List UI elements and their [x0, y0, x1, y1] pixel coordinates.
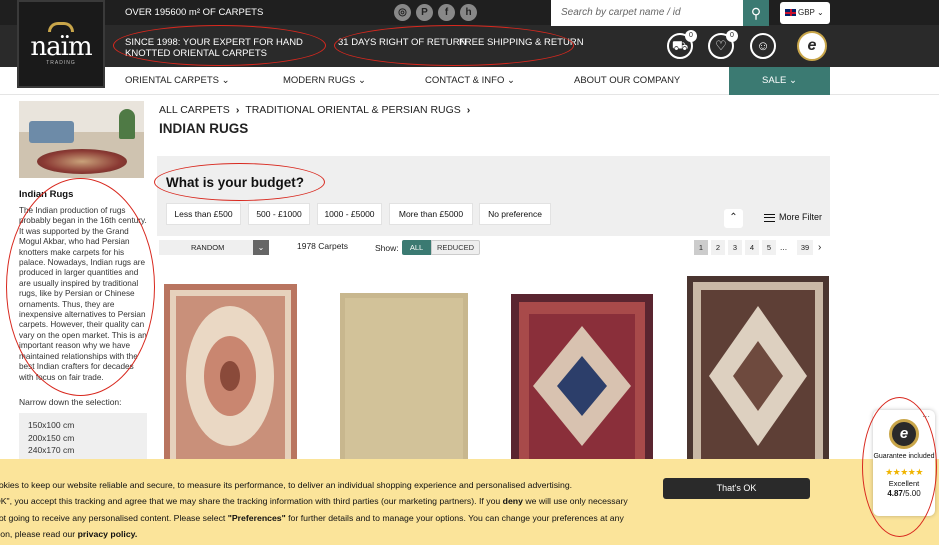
preferences-link[interactable]: "Preferences" [228, 513, 286, 523]
facebook-icon[interactable]: f [438, 4, 455, 21]
carpet-area-text: OVER 195600 m² OF CARPETS [125, 7, 264, 18]
page-button[interactable]: 5 [762, 240, 776, 255]
filter-menu-icon [764, 213, 775, 222]
nav-about-company[interactable]: ABOUT OUR COMPANY [574, 67, 680, 95]
result-count: 1978 Carpets [297, 241, 349, 251]
product-card[interactable] [511, 276, 653, 461]
cart-count: 0 [685, 30, 697, 42]
chevron-up-icon[interactable]: ⌃ [724, 209, 743, 228]
more-filter-button[interactable]: More Filter [764, 212, 822, 222]
breadcrumb: ALL CARPETS › TRADITIONAL ORIENTAL & PERSI… [159, 104, 476, 116]
rating-word: Excellent [888, 479, 920, 488]
rating-stars-icon: ★★★★★ [885, 467, 923, 477]
category-title: Indian Rugs [19, 189, 74, 200]
show-all-toggle[interactable]: ALL [402, 240, 431, 255]
product-card[interactable] [687, 276, 829, 461]
search-input[interactable]: Search by carpet name / id [551, 0, 743, 26]
nav-sale[interactable]: SALE ⌄ [729, 67, 830, 95]
rug-image [687, 276, 829, 461]
wishlist-heart-icon[interactable]: ♡ 0 [708, 30, 738, 59]
size-filter-list: 150x100 cm 200x150 cm 240x170 cm [19, 413, 147, 463]
main-nav: ORIENTAL CARPETS ⌄ MODERN RUGS ⌄ CONTACT… [0, 67, 939, 95]
sort-select[interactable]: RANDOM ⌄ [159, 240, 269, 255]
show-reduced-toggle[interactable]: REDUCED [431, 240, 480, 255]
rug-image [340, 293, 468, 461]
nav-modern-rugs[interactable]: MODERN RUGS ⌄ [283, 67, 366, 95]
page-title: INDIAN RUGS [159, 121, 249, 136]
page-button[interactable]: 3 [728, 240, 742, 255]
budget-option-button[interactable]: No preference [479, 203, 551, 225]
budget-question: What is your budget? [166, 175, 304, 190]
return-policy-text: 31 DAYS RIGHT OF RETURN [338, 37, 467, 48]
rating-score: 4.87/5.00 [887, 489, 921, 498]
more-options-icon[interactable]: ··· [922, 412, 930, 421]
shipping-policy-text: FREE SHIPPING & RETURN [459, 37, 584, 48]
pinterest-icon[interactable]: P [416, 4, 433, 21]
category-description: The Indian production of rugs probably b… [19, 206, 147, 382]
trusted-shops-seal-icon[interactable]: e [797, 31, 827, 61]
instagram-icon[interactable]: ◎ [394, 4, 411, 21]
account-user-icon[interactable]: ☺ [750, 33, 776, 59]
product-card[interactable] [340, 276, 468, 461]
top-header: OVER 195600 m² OF CARPETS ◎ P f h Search… [0, 0, 939, 67]
page-button[interactable]: 39 [797, 240, 813, 255]
page-ellipsis: ... [780, 242, 788, 252]
currency-select[interactable]: GBP ⌄ [780, 2, 830, 24]
trusted-shops-widget[interactable]: ··· e Guarantee included ★★★★★ Excellent… [873, 410, 935, 516]
chevron-right-icon[interactable]: › [818, 240, 829, 255]
chevron-right-icon: › [466, 104, 471, 116]
rug-image [511, 294, 653, 461]
page-button[interactable]: 1 [694, 240, 708, 255]
breadcrumb-all-carpets[interactable]: ALL CARPETS [159, 104, 230, 116]
page-button[interactable]: 2 [711, 240, 725, 255]
wishlist-count: 0 [726, 30, 738, 42]
guarantee-text: Guarantee included [873, 453, 935, 460]
cart-icon[interactable]: ⛟ 0 [667, 30, 697, 59]
budget-option-button[interactable]: 500 - £1000 [248, 203, 310, 225]
budget-option-button[interactable]: More than £5000 [389, 203, 473, 225]
search-icon[interactable]: ⚲ [743, 0, 769, 26]
size-option[interactable]: 240x170 cm [28, 444, 138, 457]
breadcrumb-traditional[interactable]: TRADITIONAL ORIENTAL & PERSIAN RUGS [245, 104, 460, 116]
page-button[interactable]: 4 [745, 240, 759, 255]
logo-arch-icon [48, 22, 74, 32]
narrow-selection-label: Narrow down the selection: [19, 397, 122, 407]
size-option[interactable]: 150x100 cm [28, 419, 138, 432]
budget-option-button[interactable]: 1000 - £5000 [317, 203, 382, 225]
uk-flag-icon [785, 9, 796, 17]
chevron-down-icon: ⌄ [253, 240, 269, 255]
trusted-shops-seal-icon: e [889, 419, 919, 449]
chevron-right-icon: › [235, 104, 240, 116]
deny-link[interactable]: deny [503, 496, 523, 506]
accept-cookies-button[interactable]: That's OK [663, 478, 810, 499]
show-label: Show: [375, 243, 399, 253]
privacy-policy-link[interactable]: privacy policy. [78, 529, 138, 539]
size-option[interactable]: 200x150 cm [28, 432, 138, 445]
rug-image [164, 284, 297, 461]
nav-contact-info[interactable]: CONTACT & INFO ⌄ [425, 67, 515, 95]
cookie-message: ookies to keep our website reliable and … [0, 480, 628, 540]
product-card[interactable] [164, 276, 297, 461]
naim-trading-logo[interactable]: naïm TRADING [17, 0, 105, 88]
chevron-down-icon: ⌄ [816, 8, 824, 17]
expert-claim: SINCE 1998: YOUR EXPERT FOR HAND KNOTTED… [125, 37, 303, 59]
houzz-icon[interactable]: h [460, 4, 477, 21]
category-image [19, 101, 144, 178]
nav-oriental-carpets[interactable]: ORIENTAL CARPETS ⌄ [125, 67, 230, 95]
budget-option-button[interactable]: Less than £500 [166, 203, 241, 225]
